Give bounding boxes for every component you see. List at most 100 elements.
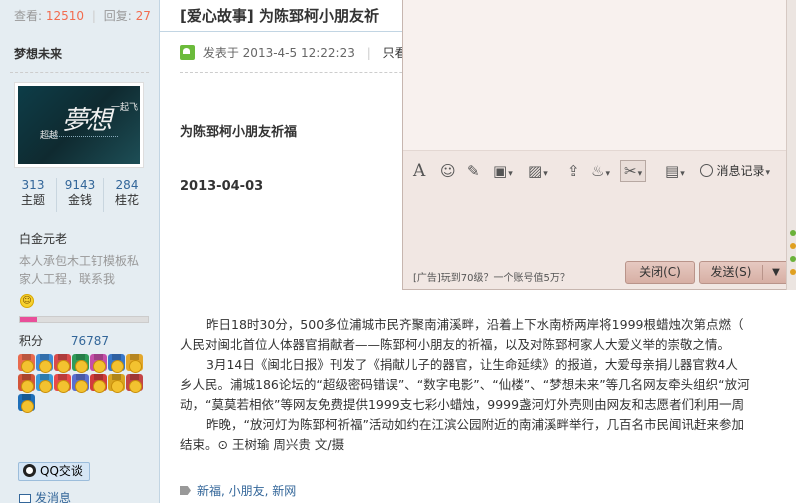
post-paragraph: 结束。⊙ 王树瑜 周兴贵 文/摄 (180, 437, 345, 452)
medal-icon[interactable] (54, 354, 71, 373)
status-dot-icon (790, 243, 796, 249)
close-button[interactable]: 关闭(C) (625, 261, 695, 284)
medal-icon[interactable] (18, 374, 35, 393)
replies-label: 回复: (103, 9, 132, 23)
medal-icon[interactable] (36, 354, 53, 373)
mail-icon (19, 494, 31, 503)
stats-separator: | (91, 9, 96, 23)
meta-separator: | (366, 46, 371, 60)
medal-icon[interactable] (108, 354, 125, 373)
medal-icon[interactable] (90, 374, 107, 393)
upload-icon[interactable]: ⇪ (567, 162, 580, 180)
send-button-label: 发送(S) (710, 265, 752, 279)
post-paragraph: 3月14日《闽北日报》刊发了《捐献儿子的器官，让生命延续》的报道，大爱母亲捐儿器… (206, 357, 738, 372)
shake-icon[interactable]: ♨ (591, 162, 610, 180)
points-label: 积分 (19, 334, 44, 348)
send-message-label: 发消息 (35, 491, 72, 503)
medal-icon[interactable] (72, 354, 89, 373)
stat-label: 主题 (20, 193, 45, 207)
right-edge-icons (790, 230, 796, 290)
author-name[interactable]: 梦想未来 (14, 45, 62, 62)
post-body: 昨日18时30分，500多位浦城市民齐聚南浦溪畔，沿着上下水南桥两岸将1999根… (180, 315, 796, 460)
post-paragraph: 昨晚，“放河灯为陈郅柯祈福”活动如约在江滨公园附近的南浦溪畔举行，几百名市民闻讯… (206, 417, 744, 432)
screenshot-icon[interactable]: ✂ (620, 160, 647, 182)
thread-stats: 查看: 12510 | 回复: 27 (0, 0, 160, 32)
chat-message-area[interactable] (403, 0, 786, 150)
medal-icon[interactable] (126, 354, 143, 373)
status-dot-icon (790, 230, 796, 236)
message-history-button[interactable]: 消息记录 (700, 162, 770, 180)
stat-value: 9143 (64, 178, 96, 192)
post-tags[interactable]: 新福, 小朋友, 新网 (180, 482, 296, 499)
post-paragraph: 动，“莫莫若相依”等网友免费提供1999支七彩小蜡烛，9999盏河灯外壳则由网友… (180, 397, 745, 412)
send-message-link[interactable]: 发消息 (19, 489, 71, 503)
author-sidebar: 梦想未来 超越 夢想 一起飞 313 主题 9143 金钱 284 桂花 白金元… (0, 32, 160, 503)
avatar[interactable]: 超越 夢想 一起飞 (14, 82, 144, 168)
font-icon[interactable]: A (413, 162, 425, 180)
sidebar-divider (10, 72, 149, 73)
level-progress-bar (19, 316, 149, 323)
stat-value: 313 (21, 178, 45, 192)
post-date: 2013-04-03 (180, 179, 264, 194)
views-label: 查看: (14, 9, 43, 23)
medal-icon[interactable] (18, 394, 35, 413)
user-group[interactable]: 白金元老 (19, 230, 67, 247)
tag-icon (180, 486, 191, 495)
message-history-label: 消息记录 (716, 164, 765, 178)
level-progress-fill (20, 317, 37, 322)
author-stats: 313 主题 9143 金钱 284 桂花 (10, 178, 150, 212)
post-paragraph: 昨日18时30分，500多位浦城市民齐聚南浦溪畔，沿着上下水南桥两岸将1999根… (206, 317, 744, 332)
points-value: 76787 (70, 334, 110, 348)
avatar-text-main: 夢想 (62, 106, 112, 136)
thread-category[interactable]: [爱心故事] (180, 7, 254, 25)
chat-toolbar: A ☺ ✎ ▣ ▨ ⇪ ♨ ✂ ▤ 消息记录 (403, 150, 786, 188)
stat-topics[interactable]: 313 主题 (10, 178, 57, 212)
image-icon[interactable]: ▨ (528, 162, 548, 180)
send-button[interactable]: 发送(S) ▼ (699, 261, 789, 284)
medal-icon[interactable] (108, 374, 125, 393)
post-paragraph: 乡人民。浦城186论坛的“超级密码错误”、“数字电影”、“仙楼”、“梦想未来”等… (180, 377, 750, 392)
tag-list[interactable]: 新福, 小朋友, 新网 (197, 484, 296, 498)
stat-label: 桂花 (114, 193, 139, 207)
avatar-text-left: 超越 (40, 131, 59, 141)
thread-title[interactable]: [爱心故事] 为陈郅柯小朋友祈 (180, 5, 379, 26)
post-meta: 发表于 2013-4-5 12:22:23 | 只看该 (180, 44, 419, 61)
smiley-icon: ☺ (20, 294, 34, 308)
status-dot-icon (790, 269, 796, 275)
chat-ad-text[interactable]: [广告]玩到70级？一个账号值5万？ (413, 269, 570, 284)
clock-icon (700, 164, 714, 177)
stat-osmanthus[interactable]: 284 桂花 (104, 178, 150, 212)
medal-icon[interactable] (72, 374, 89, 393)
medal-list (18, 354, 144, 414)
online-status-icon (180, 45, 195, 60)
more-icon[interactable]: ▤ (665, 162, 685, 180)
stat-value: 284 (115, 178, 139, 192)
avatar-image: 超越 夢想 一起飞 (18, 86, 140, 164)
chevron-down-icon[interactable]: ▼ (766, 262, 786, 283)
qq-icon (23, 464, 36, 477)
thread-title-text: 为陈郅柯小朋友祈 (258, 7, 379, 25)
qq-chat-label: QQ交谈 (40, 464, 83, 478)
medal-icon[interactable] (18, 354, 35, 373)
avatar-text-right: 一起飞 (111, 103, 139, 113)
magic-icon[interactable]: ✎ (467, 162, 480, 180)
gift-icon[interactable]: ▣ (493, 162, 513, 180)
status-dot-icon (790, 256, 796, 262)
stat-money[interactable]: 9143 金钱 (57, 178, 104, 212)
medal-icon[interactable] (90, 354, 107, 373)
stat-label: 金钱 (67, 193, 92, 207)
medal-icon[interactable] (54, 374, 71, 393)
emoji-icon[interactable]: ☺ (440, 162, 456, 180)
medal-icon[interactable] (126, 374, 143, 393)
send-divider (762, 265, 763, 280)
author-intro: 本人承包木工钉模板私家人工程，联系我 (19, 254, 140, 286)
replies-count: 27 (135, 9, 151, 23)
views-count: 12510 (45, 9, 85, 23)
posted-prefix: 发表于 (202, 46, 239, 60)
avatar-decoration (48, 136, 118, 138)
author-points: 积分 76787 (19, 332, 109, 349)
post-heading: 为陈郅柯小朋友祈福 (180, 125, 298, 140)
medal-icon[interactable] (36, 374, 53, 393)
post-paragraph: 人民对闽北首位人体器官捐献者——陈郅柯小朋友的祈福，以及对陈郅柯家人大爱义举的崇… (180, 337, 731, 352)
qq-chat-button[interactable]: QQ交谈 (18, 462, 90, 481)
